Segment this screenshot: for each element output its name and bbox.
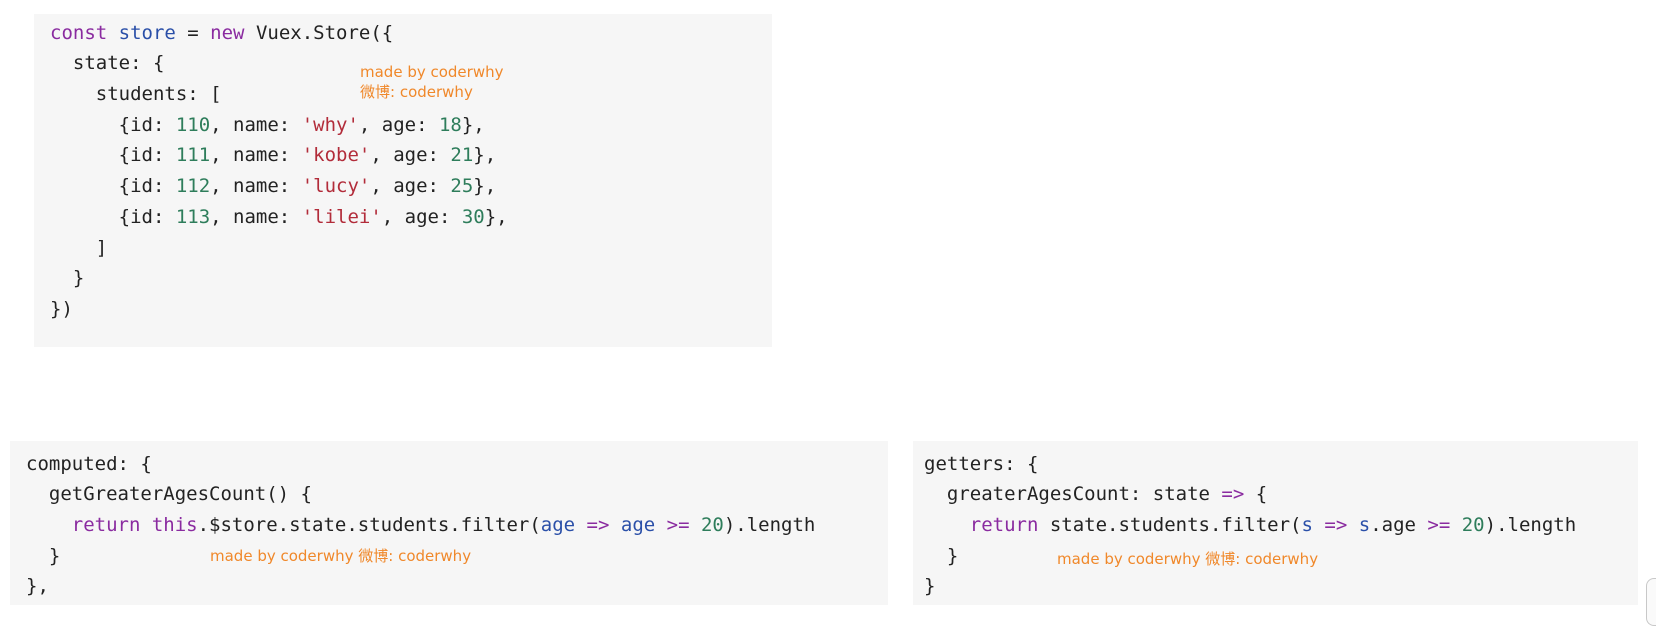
code-token: }, <box>484 206 508 228</box>
code-token: , name: <box>210 144 302 166</box>
code-token: 112 <box>175 175 211 197</box>
code-token: 'why' <box>301 114 359 136</box>
code-token: 18 <box>438 114 462 136</box>
code-line: return this.$store.state.students.filter… <box>26 514 816 536</box>
code-token: {id: <box>50 114 176 136</box>
code-line: {id: 112, name: 'lucy', age: 25}, <box>50 175 497 197</box>
code-token: } <box>50 267 85 289</box>
code-token: getGreaterAgesCount() { <box>26 483 312 505</box>
code-token: greaterAgesCount: state <box>924 483 1222 505</box>
code-line: {id: 113, name: 'lilei', age: 30}, <box>50 206 508 228</box>
code-token: { <box>1244 483 1268 505</box>
code-line: }, <box>26 575 49 597</box>
code-token: } <box>924 545 959 567</box>
code-token: , age: <box>370 175 451 197</box>
code-token: }, <box>473 175 497 197</box>
code-token: }, <box>473 144 497 166</box>
code-line: students: [ <box>50 83 222 105</box>
code-token: 'lilei' <box>301 206 382 228</box>
code-token: >= <box>1427 514 1451 536</box>
code-token: 110 <box>175 114 211 136</box>
code-token: students: [ <box>50 83 222 105</box>
code-token: ).length <box>723 514 816 536</box>
code-line: } <box>924 545 958 567</box>
code-token: computed: { <box>26 453 152 475</box>
code-token: state: { <box>50 52 165 74</box>
code-token: age <box>540 514 576 536</box>
code-token: s <box>1358 514 1371 536</box>
code-line: computed: { <box>26 453 152 475</box>
code-token: Vuex.Store({ <box>244 22 394 44</box>
code-token: this <box>151 514 198 536</box>
code-token: 30 <box>461 206 485 228</box>
code-line: }) <box>50 298 73 320</box>
code-token: , age: <box>381 206 462 228</box>
code-token: } <box>26 545 61 567</box>
code-token: return <box>924 514 1050 536</box>
code-line: const store = new Vuex.Store({ <box>50 22 393 44</box>
code-token: 21 <box>450 144 474 166</box>
code-line: {id: 110, name: 'why', age: 18}, <box>50 114 485 136</box>
scroll-handle[interactable] <box>1646 578 1656 626</box>
code-token: , name: <box>210 206 302 228</box>
code-line: } <box>26 545 60 567</box>
code-line: } <box>924 575 935 597</box>
code-token: , name: <box>210 114 302 136</box>
code-token: 113 <box>175 206 211 228</box>
code-token: 20 <box>700 514 724 536</box>
code-line: {id: 111, name: 'kobe', age: 21}, <box>50 144 497 166</box>
code-token: = <box>175 22 211 44</box>
code-line: getGreaterAgesCount() { <box>26 483 312 505</box>
code-token: ] <box>50 237 108 259</box>
code-token: 20 <box>1461 514 1485 536</box>
code-token: {id: <box>50 206 176 228</box>
code-token: s <box>1301 514 1313 536</box>
code-token: .age <box>1370 514 1428 536</box>
code-token: } <box>924 575 936 597</box>
code-token: }) <box>50 298 73 320</box>
code-token: {id: <box>50 144 176 166</box>
code-token: , age: <box>358 114 439 136</box>
code-token: return <box>26 514 152 536</box>
code-line: return state.students.filter(s => s.age … <box>924 514 1576 536</box>
code-line: ] <box>50 237 107 259</box>
code-token: new <box>210 22 245 44</box>
code-line: } <box>50 267 84 289</box>
code-token: , age: <box>370 144 451 166</box>
watermark-weibo: 微博: coderwhy <box>360 83 473 101</box>
getters-code-block: getters: { greaterAgesCount: state => { … <box>913 441 1638 605</box>
code-token: 'lucy' <box>301 175 371 197</box>
code-line: greaterAgesCount: state => { <box>924 483 1267 505</box>
code-token: }, <box>26 575 49 597</box>
code-token: >= <box>655 514 701 536</box>
code-token: => <box>575 514 621 536</box>
code-token: 111 <box>175 144 211 166</box>
code-token: const <box>50 22 119 44</box>
code-token: 'kobe' <box>301 144 371 166</box>
watermark-getters: made by coderwhy 微博: coderwhy <box>1057 550 1319 568</box>
code-token: getters: { <box>924 453 1039 475</box>
code-line: getters: { <box>924 453 1038 475</box>
code-token: age <box>620 514 656 536</box>
code-token: ).length <box>1484 514 1577 536</box>
code-token: {id: <box>50 175 176 197</box>
code-token: }, <box>461 114 485 136</box>
computed-code-block: computed: { getGreaterAgesCount() { retu… <box>10 441 888 605</box>
code-line: state: { <box>50 52 165 74</box>
code-token: , name: <box>210 175 302 197</box>
watermark-computed: made by coderwhy 微博: coderwhy <box>210 547 472 565</box>
code-token: .$store.state.students.filter( <box>197 514 541 536</box>
code-token: => <box>1312 514 1359 536</box>
code-token: 25 <box>450 175 474 197</box>
code-token: => <box>1221 483 1245 505</box>
code-token: state.students.filter( <box>1049 514 1302 536</box>
code-token: store <box>118 22 176 44</box>
watermark-made-by: made by coderwhy <box>360 63 504 81</box>
store-code-block: const store = new Vuex.Store({ state: { … <box>34 14 772 347</box>
